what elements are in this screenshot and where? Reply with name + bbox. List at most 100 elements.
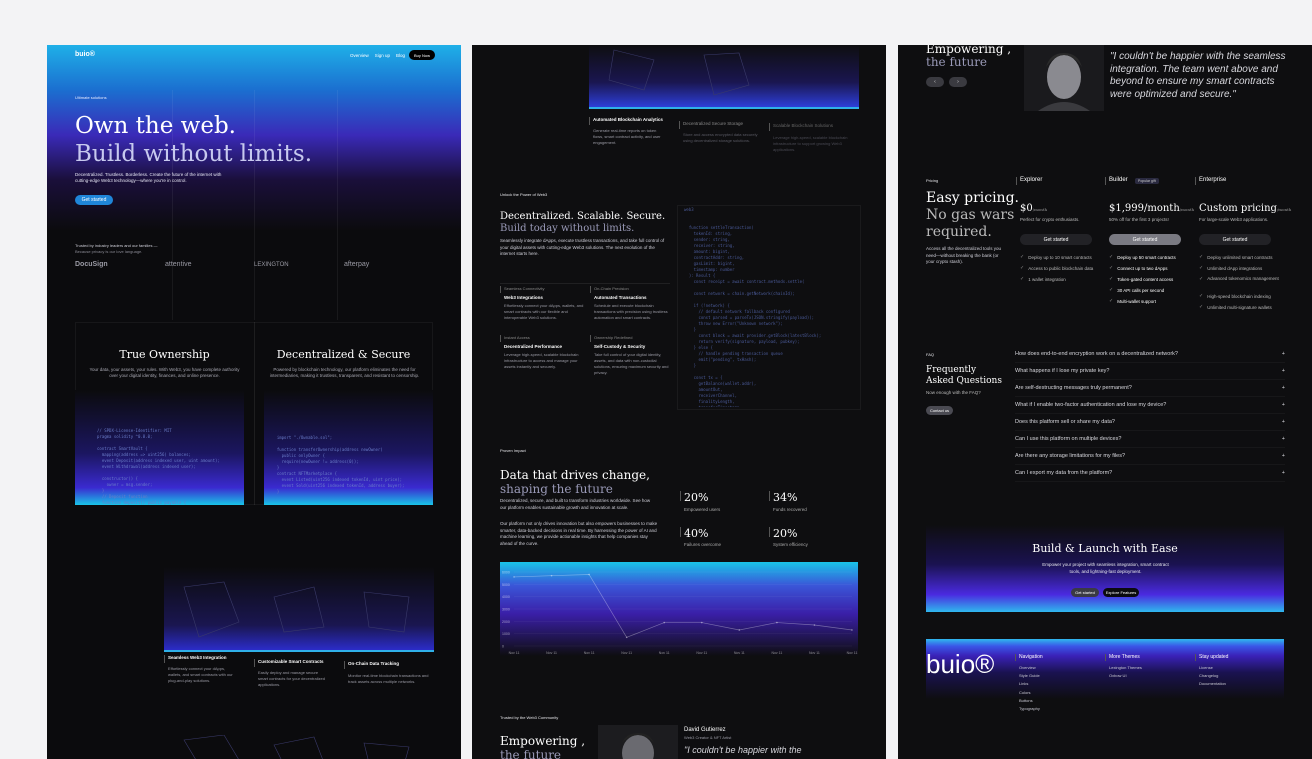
plus-icon: + xyxy=(1281,419,1285,425)
plan-button-builder[interactable]: Get started xyxy=(1109,234,1181,245)
faq-question: Are self-destructing messages truly perm… xyxy=(1015,385,1132,391)
web3-eyebrow: Unlock the Power of Web3 xyxy=(500,192,548,197)
plan-feature-enterprise-1: ✓ Deploy unlimited smart contracts xyxy=(1199,254,1272,260)
plan-feature-builder-4: ✓ 30 API calls per second xyxy=(1109,287,1164,293)
plan-feature-text: Deploy unlimited smart contracts xyxy=(1207,254,1273,260)
impact-heading-1: Data that drives change, xyxy=(500,468,650,482)
impact-line-chart: 0 1000 2000 3000 4000 5000 6000 Nov 11 Nov 11 No… xyxy=(500,562,858,656)
logo-afterpay: afterpay xyxy=(344,261,370,268)
faq-item-5[interactable]: Does this platform sell or share my data… xyxy=(1015,414,1285,431)
faq-item-4[interactable]: What if I enable two-factor authenticati… xyxy=(1015,397,1285,414)
plan-feature-text: Multi-wallet support xyxy=(1117,298,1156,304)
code-snippet-1: // SPDX-License-Identifier: MIT pragma s… xyxy=(97,428,220,505)
footer-link-style-guide[interactable]: Style Guide xyxy=(1019,672,1040,680)
footer-link-overview[interactable]: Overview xyxy=(1019,664,1040,672)
web3-intro: Seamlessly integrate dApps, execute trus… xyxy=(500,238,665,256)
footer-link-oxbow[interactable]: Oxbow UI xyxy=(1109,672,1142,680)
card-title-2: Customizable Smart Contracts xyxy=(258,659,324,664)
hero-subtitle: Decentralized. Trustless. Borderless. Cr… xyxy=(75,172,222,183)
feature-eyebrow-2: On-Chain Precision xyxy=(594,286,629,291)
plan-unit-builder: /month xyxy=(1179,207,1195,212)
chart-data-point xyxy=(625,636,628,639)
get-started-button[interactable]: Get started xyxy=(75,195,113,205)
footer-link-license[interactable]: License xyxy=(1199,664,1226,672)
plan-feature-text: Deploy up to 10 smart contracts xyxy=(1028,254,1092,260)
card-text-1: Effortlessly connect your dApps, wallets… xyxy=(168,666,233,683)
logo[interactable]: buio® xyxy=(75,51,95,58)
arrow-left-icon: ‹ xyxy=(934,79,936,85)
empowering-heading-2: the future xyxy=(926,55,988,69)
footer-link-changelog[interactable]: Changelog xyxy=(1199,672,1226,680)
plan-button-explorer[interactable]: Get started xyxy=(1020,234,1092,245)
chart-x-tick-label: Nov 11 xyxy=(584,651,595,655)
quote-photo xyxy=(1024,45,1104,111)
footer-col-title-2: More Themes xyxy=(1109,654,1140,660)
feature2-text: Powered by blockchain technology, our pl… xyxy=(269,367,420,378)
pricing-heading-2: No gas wars xyxy=(926,207,1015,223)
feature-text-3: Leverage high-speed, scalable blockchain… xyxy=(504,352,579,369)
footer-link-typography[interactable]: Typography xyxy=(1019,705,1040,713)
nav-blog[interactable]: Blog xyxy=(396,53,405,58)
plan-feature-builder-5: ✓ Multi-wallet support xyxy=(1109,298,1156,304)
plan-name-enterprise: Enterprise xyxy=(1199,177,1227,183)
feature-eyebrow-1: Seamless Connectivity xyxy=(504,286,545,291)
buy-now-button[interactable]: Buy Now xyxy=(409,50,435,60)
landing-page-preview-1: buio® Overview Sign up Blog Buy Now Ulti… xyxy=(47,45,461,759)
nav-overview[interactable]: Overview xyxy=(350,53,369,58)
faq-item-1[interactable]: How does end-to-end encryption work on a… xyxy=(1015,346,1285,363)
chart-y-tick-label: 2000 xyxy=(502,620,510,624)
faq-item-7[interactable]: Are there any storage limitations for my… xyxy=(1015,448,1285,465)
faq-heading-2: Asked Questions xyxy=(926,376,1002,386)
feature1-text: Your data, your assets, your rules. With… xyxy=(89,367,240,378)
footer-link-colors[interactable]: Colors xyxy=(1019,689,1040,697)
footer-link-lexington[interactable]: Lexington Themes xyxy=(1109,664,1142,672)
plan-feature-text: Deploy up 50 smart contracts xyxy=(1117,254,1176,260)
chart-y-tick-label: 3000 xyxy=(502,608,510,612)
faq-subtitle: Now enough with the FAQ? xyxy=(926,390,981,395)
footer-link-buttons[interactable]: Buttons xyxy=(1019,697,1040,705)
plan-feature-builder-1: ✓ Deploy up 50 smart contracts xyxy=(1109,254,1176,260)
chart-data-point xyxy=(663,621,666,624)
footer-col-links-3: License Changelog Documentation xyxy=(1199,664,1226,689)
check-icon: ✓ xyxy=(1109,254,1114,260)
faq-item-2[interactable]: What happens if I lose my private key? + xyxy=(1015,363,1285,380)
faq-item-3[interactable]: Are self-destructing messages truly perm… xyxy=(1015,380,1285,397)
contact-us-button[interactable]: Contact us xyxy=(926,406,953,415)
chart-x-tick-label: Nov 11 xyxy=(696,651,707,655)
plus-icon: + xyxy=(1281,385,1285,391)
nav-signup[interactable]: Sign up xyxy=(375,53,390,58)
lower-card-art xyxy=(164,567,434,662)
footer-logo[interactable]: buio® xyxy=(926,649,994,680)
plan-button-enterprise[interactable]: Get started xyxy=(1199,234,1271,245)
stat-label-1: Empowered users xyxy=(684,507,721,512)
prev-arrow-button[interactable]: ‹ xyxy=(926,77,944,87)
hero-eyebrow: Ultimate solutions xyxy=(75,95,107,100)
footer-link-links[interactable]: Links xyxy=(1019,680,1040,688)
plan-feature-text: Connect up to two dApps xyxy=(1117,265,1168,271)
explore-features-button[interactable]: Explore Features xyxy=(1103,588,1139,597)
plus-icon: + xyxy=(1281,351,1285,357)
plan-feature-enterprise-2: ✓ Unlimited dApp integrations xyxy=(1199,265,1262,271)
check-icon: ✓ xyxy=(1199,304,1204,310)
faq-eyebrow: FAQ xyxy=(926,352,935,357)
landing-page-preview-2: Automated Blockchain Analytics Generate … xyxy=(472,45,886,759)
faq-item-8[interactable]: Can I export my data from the platform? + xyxy=(1015,465,1285,482)
plan-desc-enterprise: For large-scale Web3 applications. xyxy=(1199,217,1269,222)
next-arrow-button[interactable]: › xyxy=(949,77,967,87)
launch-get-started-button[interactable]: Get started xyxy=(1071,588,1099,597)
top-card-art xyxy=(589,45,859,113)
plan-feature-explorer-1: ✓ Deploy up to 10 smart contracts xyxy=(1020,254,1092,260)
impact-eyebrow: Proven Impact xyxy=(500,448,526,453)
footer-col-links-1: Overview Style Guide Links Colors Button… xyxy=(1019,664,1040,713)
testimonial-quote: "I couldn't be happier with the xyxy=(684,745,802,755)
stat-value-3: 40% xyxy=(684,527,709,540)
footer-link-documentation[interactable]: Documentation xyxy=(1199,680,1226,688)
plan-price-explorer-value: $0 xyxy=(1020,203,1033,214)
plan-price-builder: $1,999/month/month xyxy=(1109,203,1194,214)
feature-text-4: Take full control of your digital identi… xyxy=(594,352,669,375)
web3-heading-2: Build today without limits. xyxy=(500,223,635,234)
faq-item-6[interactable]: Can I use this platform on multiple devi… xyxy=(1015,431,1285,448)
chart-x-tick-label: Nov 11 xyxy=(621,651,632,655)
impact-paragraph-2: Our platform not only drives innovation … xyxy=(500,521,658,546)
plan-name-explorer: Explorer xyxy=(1020,177,1043,183)
